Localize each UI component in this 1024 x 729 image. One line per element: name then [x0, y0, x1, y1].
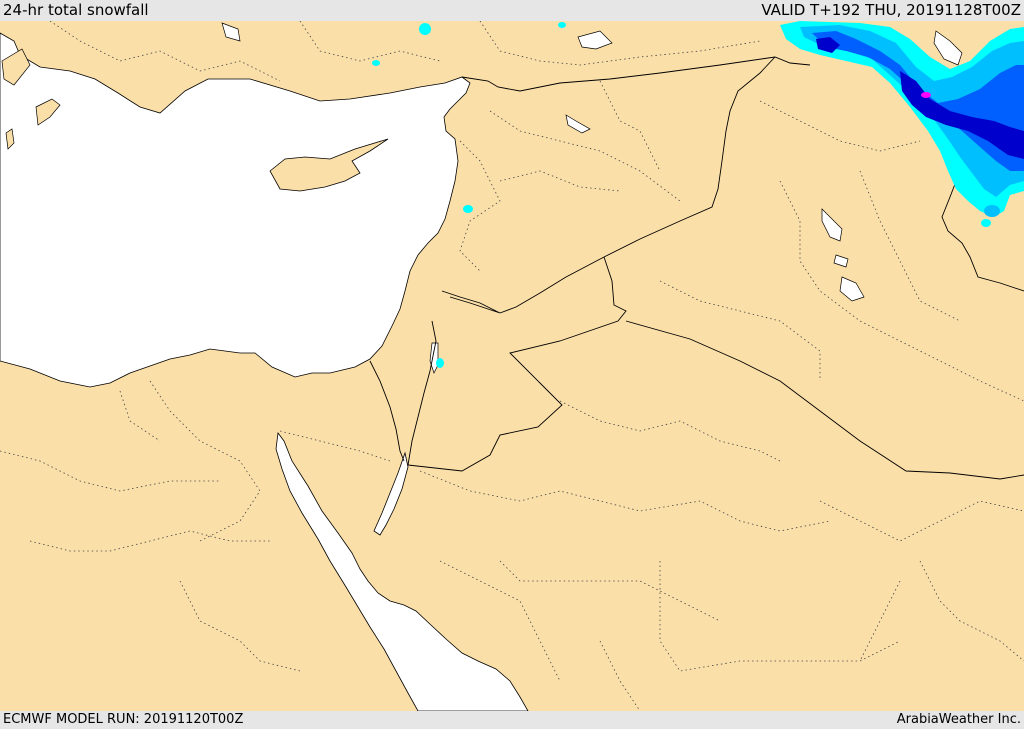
credit: ArabiaWeather Inc. — [896, 712, 1021, 727]
map-title: 24-hr total snowfall — [3, 1, 149, 19]
snowfall-map — [0, 21, 1024, 711]
model-run: ECMWF MODEL RUN: 20191120T00Z — [3, 712, 244, 727]
valid-time: VALID T+192 THU, 20191128T00Z — [761, 1, 1021, 19]
header-bar: 24-hr total snowfall VALID T+192 THU, 20… — [0, 0, 1024, 21]
footer-bar: ECMWF MODEL RUN: 20191120T00Z ArabiaWeat… — [0, 711, 1024, 729]
